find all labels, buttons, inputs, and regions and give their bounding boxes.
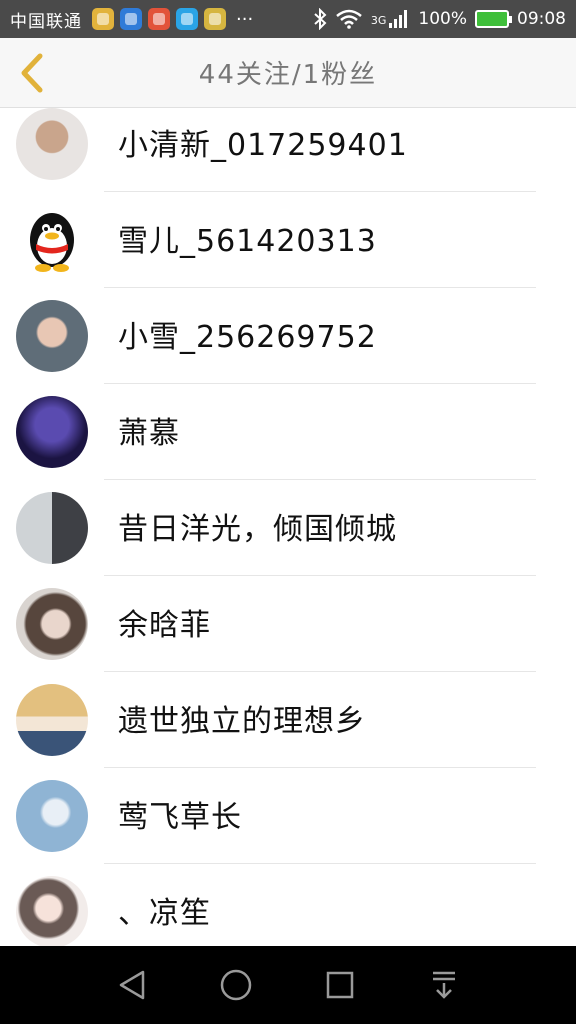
notification-app-icon [204,8,226,30]
user-name: 昔日洋光，倾国倾城 [118,512,397,547]
carrier-label: 中国联通 [10,11,82,32]
follow-list: 小清新_017259401 雪儿_561420313 小雪_256269752 [0,108,576,946]
square-recents-icon [326,971,354,999]
list-item[interactable]: 遗世独立的理想乡 [0,672,576,768]
battery-icon [475,10,512,28]
notification-message-icon [176,8,198,30]
home-nav-button[interactable] [212,961,260,1009]
navigation-bar [0,946,576,1024]
list-item[interactable]: 小雪_256269752 [0,288,576,384]
avatar [16,780,88,852]
avatar [16,396,88,468]
chevron-left-icon [21,53,43,93]
user-name: 小清新_017259401 [118,128,408,163]
notification-pulldown-button[interactable] [420,961,468,1009]
user-name: 莺飞草长 [118,800,242,835]
notification-app-icon [120,8,142,30]
list-item[interactable]: 、凉笙 [0,864,576,946]
avatar [16,108,88,180]
list-item[interactable]: 余晗菲 [0,576,576,672]
user-name: 雪儿_561420313 [118,224,377,259]
more-notifications-icon: ··· [236,8,254,30]
user-name: 萧慕 [118,416,180,451]
clock-label: 09:08 [517,9,566,29]
circle-home-icon [220,969,252,1001]
notification-app-icon [148,8,170,30]
list-item[interactable]: 雪儿_561420313 [0,192,576,288]
header-bar: 44关注/1粉丝 [0,38,576,108]
notification-app-icon [92,8,114,30]
avatar [16,684,88,756]
signal-icon [389,10,408,28]
avatar [16,588,88,660]
user-name: 、凉笙 [118,896,211,931]
user-name: 遗世独立的理想乡 [118,704,366,739]
avatar [16,300,88,372]
penguin-avatar-icon [30,213,74,272]
status-right: 3G 100% 09:08 [313,8,566,30]
list-item[interactable]: 昔日洋光，倾国倾城 [0,480,576,576]
wifi-icon [336,9,362,29]
avatar [16,876,88,946]
list-item[interactable]: 萧慕 [0,384,576,480]
status-left: 中国联通 ··· [10,7,253,32]
status-bar: 中国联通 ··· 3G 100% 09:08 [0,0,576,38]
battery-percent-label: 100% [418,9,467,29]
pull-down-icon [433,971,455,999]
bluetooth-icon [314,8,327,30]
user-name: 小雪_256269752 [118,320,377,355]
avatar [16,204,88,276]
triangle-back-icon [119,970,145,1000]
network-type-label: 3G [370,14,387,27]
avatar [16,492,88,564]
back-button[interactable] [12,50,52,96]
list-item[interactable]: 小清新_017259401 [0,108,576,192]
recents-nav-button[interactable] [316,961,364,1009]
list-item[interactable]: 莺飞草长 [0,768,576,864]
page-title: 44关注/1粉丝 [198,60,378,90]
back-nav-button[interactable] [108,961,156,1009]
user-name: 余晗菲 [118,608,211,643]
